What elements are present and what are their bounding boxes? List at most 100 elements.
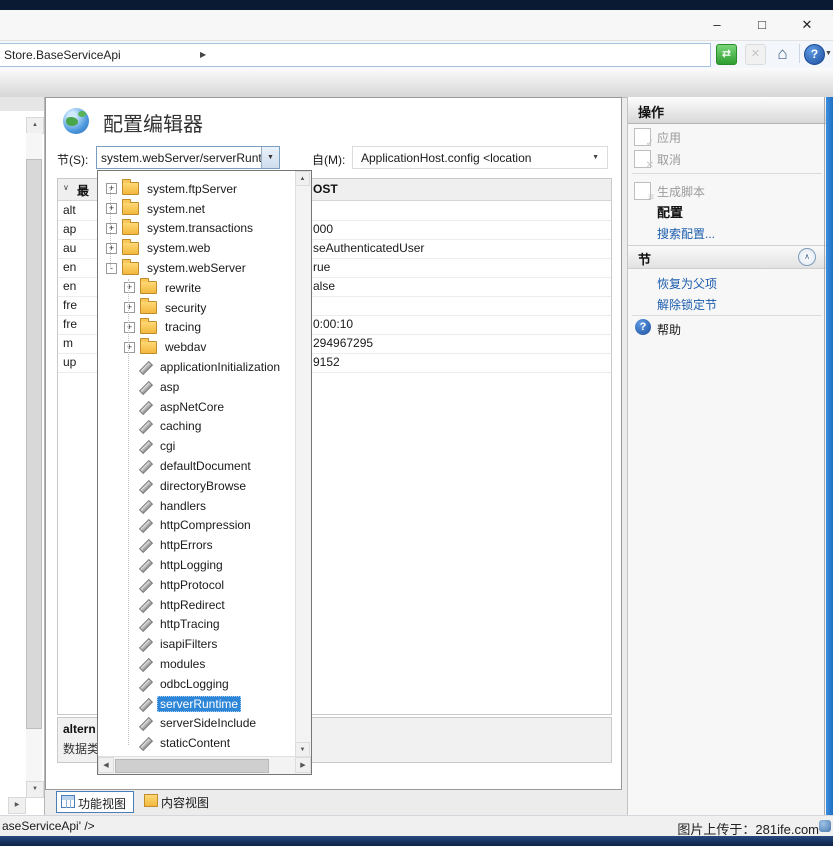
pencil-icon [138, 439, 152, 453]
home-icon[interactable]: ⌂ [773, 44, 792, 63]
tree-item[interactable]: + system.transactions [98, 219, 296, 239]
tree-item-label: defaultDocument [157, 458, 254, 474]
pencil-icon [138, 360, 152, 374]
help-label[interactable]: 帮助 [657, 321, 681, 338]
minimize-button[interactable]: – [700, 14, 734, 36]
actions-header-label: 操作 [638, 102, 664, 121]
pencil-icon [138, 637, 152, 651]
scroll-up-button[interactable]: ▲ [26, 117, 44, 134]
window-border-blue [826, 97, 833, 815]
property-name: m [63, 336, 99, 350]
close-button[interactable]: ✕ [790, 14, 824, 36]
pencil-icon [138, 697, 152, 711]
scroll-down-button[interactable]: ▼ [295, 742, 310, 757]
search-config-label[interactable]: 搜索配置... [657, 225, 715, 242]
tree-item[interactable]: - system.webServer [98, 258, 296, 278]
revert-to-parent-label[interactable]: 恢复为父项 [657, 275, 717, 292]
collapse-chevron-icon[interactable]: ∧ [798, 248, 816, 266]
cancel-icon: ✕ [634, 150, 651, 168]
tree-item-label: system.net [144, 201, 208, 217]
tab-content-view[interactable]: 内容视图 [140, 791, 214, 813]
tree-item-label: staticContent [157, 735, 233, 751]
help-link[interactable]: 帮助 [628, 319, 826, 339]
desktop-strip-top [0, 0, 833, 10]
pencil-icon [138, 677, 152, 691]
iis-manager-window: – □ ✕ Store.BaseServiceApi ▶ ⇄ ✕ ⌂ ? ▼ ▲… [0, 0, 833, 846]
section-combobox-value[interactable]: system.webServer/serverRuntime [101, 151, 261, 165]
property-description-type: 数据类 [63, 740, 99, 757]
scroll-left-button[interactable]: ◀ [98, 757, 114, 773]
tree-item[interactable]: + system.ftpServer [98, 179, 296, 199]
from-combobox-value[interactable]: ApplicationHost.config <location [361, 151, 531, 165]
expand-icon[interactable]: + [106, 243, 117, 254]
expand-icon[interactable]: + [106, 203, 117, 214]
expand-icon[interactable]: + [124, 302, 135, 313]
tree-item-label: asp [157, 379, 182, 395]
from-label: 自(M): [312, 151, 345, 168]
tree-item-label: tracing [162, 319, 204, 335]
breadcrumb-arrow-icon[interactable]: ▶ [200, 50, 206, 59]
folder-icon [140, 301, 157, 314]
watermark-icon [819, 820, 831, 832]
expand-icon[interactable]: + [124, 282, 135, 293]
connections-panel-header [0, 97, 44, 111]
section-tree: + system.ftpServer + system.net + system… [98, 171, 296, 757]
dropdown-horizontal-scrollbar[interactable]: ◀ ▶ [98, 756, 311, 774]
grid-collapse-icon[interactable]: ∨ [63, 183, 69, 192]
config-group-header: 配置 [657, 202, 683, 221]
address-row: Store.BaseServiceApi ▶ ⇄ ✕ ⌂ ? ▼ [0, 41, 833, 68]
breadcrumb-bar[interactable]: Store.BaseServiceApi ▶ [0, 43, 711, 67]
pencil-icon [138, 538, 152, 552]
pencil-icon [138, 518, 152, 532]
revert-to-parent-link[interactable]: 恢复为父项 [628, 273, 826, 293]
scroll-up-button[interactable]: ▲ [295, 171, 310, 186]
unlock-section-label[interactable]: 解除锁定节 [657, 296, 717, 313]
pencil-icon [138, 578, 152, 592]
status-bar: aseServiceApi' /> 图片上传于：281ife.com [0, 815, 833, 837]
tree-item[interactable]: + system.web [98, 238, 296, 258]
expand-icon[interactable]: + [106, 223, 117, 234]
breadcrumb[interactable]: Store.BaseServiceApi [4, 48, 121, 62]
section-label: 节(S): [57, 151, 88, 168]
from-combobox-arrow-icon[interactable]: ▼ [592, 154, 599, 161]
unlock-section-link[interactable]: 解除锁定节 [628, 294, 826, 314]
scroll-down-button[interactable]: ▼ [26, 781, 44, 798]
scroll-right-button[interactable]: ▶ [295, 757, 311, 773]
property-name: en [63, 279, 99, 293]
scrollbar-thumb[interactable] [115, 759, 269, 773]
dropdown-vertical-scrollbar[interactable]: ▲ ▼ [295, 171, 311, 757]
refresh-icon[interactable]: ⇄ [716, 44, 737, 65]
search-config-link[interactable]: 搜索配置... [628, 223, 826, 243]
generate-script-icon: ≡ [634, 182, 651, 200]
expand-icon[interactable]: - [106, 263, 117, 274]
tab-features-view[interactable]: 功能视图 [56, 791, 134, 813]
folder-icon [122, 202, 139, 215]
tree-item-label: serverSideInclude [157, 715, 259, 731]
script-icon-mark: ≡ [648, 192, 654, 203]
help-icon[interactable]: ? [804, 44, 825, 65]
folder-icon [140, 341, 157, 354]
help-caret-icon[interactable]: ▼ [825, 50, 832, 57]
maximize-button[interactable]: □ [745, 14, 779, 36]
tab-content-label: 内容视图 [161, 794, 209, 811]
expand-icon[interactable]: + [106, 183, 117, 194]
tree-item-label: httpCompression [157, 517, 254, 533]
expand-icon[interactable]: + [124, 342, 135, 353]
stop-icon: ✕ [745, 44, 766, 65]
pencil-icon [138, 499, 152, 513]
section-combobox[interactable]: system.webServer/serverRuntime ▼ [96, 146, 280, 169]
expand-icon[interactable]: + [124, 322, 135, 333]
folder-icon [140, 321, 157, 334]
pencil-icon [138, 657, 152, 671]
scrollbar-thumb[interactable] [26, 159, 42, 729]
property-description-name: altern [63, 722, 96, 736]
from-combobox[interactable]: ApplicationHost.config <location ▼ [352, 146, 608, 169]
tree-item-label: httpTracing [157, 616, 223, 632]
section-combobox-dropdown-button[interactable]: ▼ [261, 147, 279, 168]
actions-panel: 操作 ✓ 应用 ✕ 取消 ≡ 生成脚本 配置 搜索配置... 节 ∧ 恢复为父项 [627, 97, 826, 815]
tree-item-label: handlers [157, 498, 209, 514]
scroll-right-button[interactable]: ▶ [8, 797, 26, 814]
tree-item[interactable]: + system.net [98, 199, 296, 219]
apply-icon: ✓ [634, 128, 651, 146]
property-name: au [63, 241, 99, 255]
